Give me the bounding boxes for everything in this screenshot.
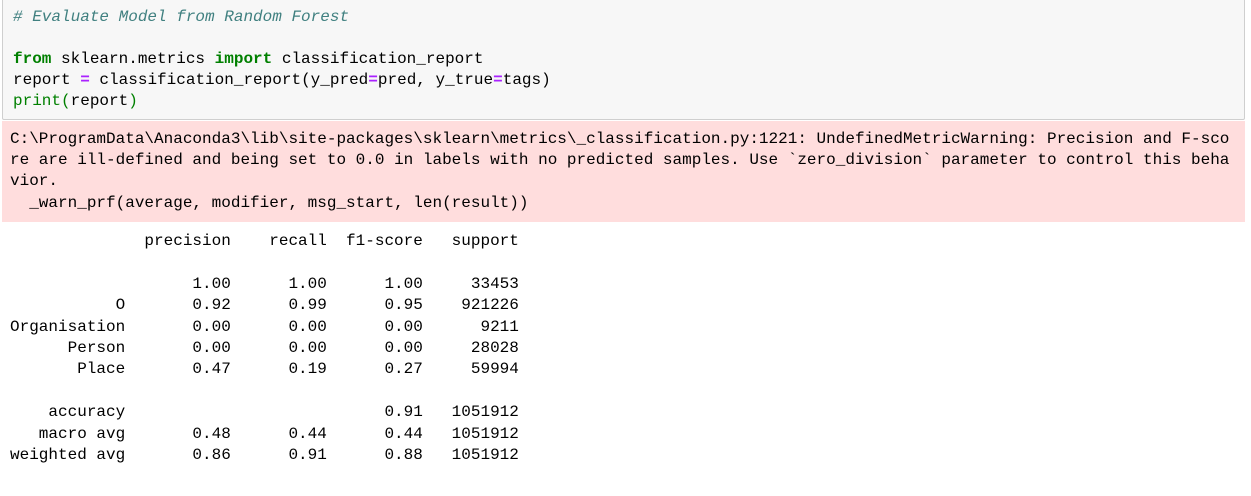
stderr-output: C:\ProgramData\Anaconda3\lib\site-packag… — [2, 121, 1245, 222]
cell-value: 0.00 — [192, 338, 231, 357]
report-row: Organisation 0.00 0.00 0.00 9211 — [10, 317, 519, 338]
code-line-report: report = classification_report(y_pred=pr… — [13, 70, 551, 91]
code-token: tags) — [502, 71, 551, 89]
warning-line: re are ill-defined and being set to 0.0 … — [10, 151, 1230, 169]
warning-line: vior. — [10, 172, 59, 190]
cell-value: 1051912 — [451, 445, 519, 464]
cell-value: 28028 — [470, 338, 519, 357]
cell-value: 0.19 — [288, 360, 327, 379]
code-cell-input[interactable]: # Evaluate Model from Random Forest from… — [2, 0, 1245, 120]
row-label — [10, 231, 125, 252]
cell-value: 1.00 — [288, 274, 327, 293]
report-header: precision recall f1-score support — [10, 231, 519, 252]
cell-value: 33453 — [470, 274, 519, 293]
cell-value: 0.00 — [384, 338, 423, 357]
cell-value: 9211 — [480, 317, 519, 336]
row-label: Organisation — [10, 317, 126, 336]
operator: = — [368, 71, 378, 89]
code-comment: # Evaluate Model from Random Forest — [13, 8, 350, 26]
report-row: Person 0.00 0.00 0.00 28028 — [10, 338, 519, 359]
cell-value: 0.27 — [384, 360, 423, 379]
row-label: Place — [77, 360, 126, 379]
code-token: classification_report(y_pred — [89, 71, 369, 89]
keyword-import: import — [214, 50, 273, 68]
cell-value: 0.00 — [384, 317, 423, 336]
cell-value: 1051912 — [451, 403, 519, 422]
warning-line: _warn_prf(average, modifier, msg_start, … — [10, 194, 529, 212]
cell-value: 0.48 — [192, 424, 231, 443]
paren: ( — [61, 92, 71, 110]
cell-value — [135, 402, 231, 423]
row-label: weighted avg — [10, 445, 126, 464]
report-row: Place 0.47 0.19 0.27 59994 — [10, 359, 519, 380]
cell-value: 0.91 — [384, 403, 423, 422]
cell-value — [231, 402, 327, 423]
report-summary-row: macro avg 0.48 0.44 0.44 1051912 — [10, 424, 519, 445]
row-label: O — [115, 296, 126, 315]
module-name: sklearn.metrics — [51, 50, 215, 68]
cell-value: 0.00 — [288, 317, 327, 336]
cell-value: 59994 — [470, 360, 519, 379]
row-label: accuracy — [48, 403, 126, 422]
column-header: precision — [144, 232, 231, 250]
keyword-from: from — [13, 50, 52, 68]
code-token: report — [70, 92, 129, 110]
cell-value: 0.99 — [288, 296, 327, 315]
cell-value: 921226 — [461, 296, 519, 315]
cell-value: 0.88 — [384, 445, 423, 464]
import-name: classification_report — [272, 50, 484, 68]
cell-value: 1.00 — [384, 274, 423, 293]
cell-value: 1051912 — [451, 424, 519, 443]
row-label: macro avg — [38, 424, 126, 443]
cell-value: 0.44 — [288, 424, 327, 443]
cell-value: 0.47 — [192, 360, 231, 379]
warning-line: C:\ProgramData\Anaconda3\lib\site-packag… — [10, 130, 1230, 148]
row-label: Person — [67, 338, 126, 357]
report-row: O 0.92 0.99 0.95 921226 — [10, 295, 519, 316]
cell-value: 0.91 — [288, 445, 327, 464]
column-header: f1-score — [346, 232, 423, 250]
row-label — [10, 274, 125, 295]
cell-value: 0.86 — [192, 445, 231, 464]
operator: = — [80, 71, 90, 89]
report-summary-row: weighted avg 0.86 0.91 0.88 1051912 — [10, 445, 519, 466]
code-token: pred, y_true — [377, 71, 494, 89]
code-token: report — [13, 71, 81, 89]
cell-value: 0.95 — [384, 296, 423, 315]
cell-value: 0.00 — [192, 317, 231, 336]
operator: = — [493, 71, 503, 89]
classification-report-output: precision recall f1-score support 1.00 1.00 1.… — [10, 231, 519, 466]
code-line-import: from sklearn.metrics import classificati… — [13, 49, 483, 70]
cell-value: 1.00 — [192, 274, 231, 293]
cell-value: 0.92 — [192, 296, 231, 315]
cell-value: 0.00 — [288, 338, 327, 357]
report-summary-row: accuracy 0.91 1051912 — [10, 402, 519, 423]
report-row: 1.00 1.00 1.00 33453 — [10, 274, 519, 295]
column-header: support — [451, 232, 519, 250]
builtin-print: print — [13, 92, 62, 110]
cell-value: 0.44 — [384, 424, 423, 443]
paren: ) — [128, 92, 138, 110]
code-line-print: print(report) — [13, 91, 138, 112]
column-header: recall — [269, 232, 327, 250]
